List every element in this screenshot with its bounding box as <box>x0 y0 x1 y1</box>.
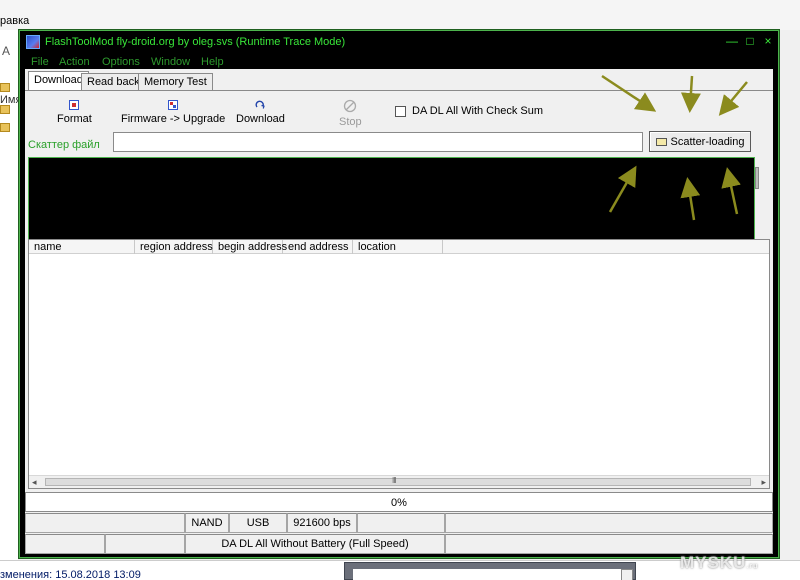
column-header-name[interactable]: name <box>29 240 135 254</box>
status-cell-empty <box>105 534 185 554</box>
stop-label: Stop <box>339 116 362 128</box>
watermark: MYSKU.ru <box>680 553 758 573</box>
download-arrow-icon <box>256 100 266 109</box>
background-menubar: равка <box>0 0 800 30</box>
folder-icon[interactable] <box>0 123 10 132</box>
download-label: Download <box>236 113 285 125</box>
main-panel: Download Read back Memory Test Format Fi… <box>25 69 773 554</box>
progress-text: 0% <box>391 497 407 509</box>
tab-memory-test[interactable]: Memory Test <box>138 73 213 91</box>
watermark-text: MYSKU <box>680 553 747 572</box>
scrollbar-grip: III <box>392 476 397 485</box>
table-header: name region address begin address end ad… <box>29 240 769 254</box>
tab-label: Read back <box>87 76 140 88</box>
folder-icon[interactable] <box>0 105 10 114</box>
app-icon <box>26 35 40 49</box>
flashtool-window: FlashToolMod fly-droid.org by oleg.svs (… <box>19 30 779 558</box>
status-bar-bottom: DA DL All Without Battery (Full Speed) <box>25 534 773 554</box>
log-area <box>28 157 755 243</box>
firmware-upgrade-label: Firmware -> Upgrade <box>121 113 226 125</box>
scatter-loading-label: Scatter-loading <box>670 135 745 148</box>
format-icon <box>69 100 80 110</box>
status-flash-type: NAND <box>185 513 229 533</box>
status-connection: USB <box>229 513 287 533</box>
tab-divider <box>25 90 773 91</box>
folder-open-icon <box>655 137 667 146</box>
background-modified-date: зменения: 15.08.2018 13:09 <box>0 569 141 580</box>
horizontal-scrollbar[interactable]: ◂ III ▸ <box>29 475 769 488</box>
tab-label: Memory Test <box>144 76 207 88</box>
status-cell-empty <box>25 513 185 533</box>
maximize-button[interactable]: □ <box>743 34 757 48</box>
status-bar-top: NAND USB 921600 bps <box>25 513 773 533</box>
status-cell-empty <box>25 534 105 554</box>
status-baud-rate: 921600 bps <box>287 513 357 533</box>
menu-action[interactable]: Action <box>59 56 90 68</box>
window-title: FlashToolMod fly-droid.org by oleg.svs (… <box>45 36 346 48</box>
status-cell-empty <box>357 513 445 533</box>
minimize-button[interactable]: — <box>725 34 739 48</box>
tab-download[interactable]: Download <box>28 71 89 91</box>
column-header-region-address[interactable]: region address <box>135 240 213 254</box>
upgrade-icon <box>168 100 179 110</box>
column-header-end-address[interactable]: end address <box>283 240 353 254</box>
checksum-label: DA DL All With Check Sum <box>412 105 544 117</box>
background-popup-field <box>353 569 621 580</box>
watermark-suffix: .ru <box>746 563 759 570</box>
scatter-file-label: Скаттер файл <box>28 139 100 151</box>
scatter-file-input[interactable] <box>113 132 643 152</box>
format-label: Format <box>57 113 92 125</box>
status-cell-empty <box>445 534 773 554</box>
side-scrollbar[interactable] <box>755 167 759 189</box>
title-bar[interactable]: FlashToolMod fly-droid.org by oleg.svs (… <box>20 31 778 53</box>
scatter-loading-button[interactable]: Scatter-loading <box>649 131 751 152</box>
format-button[interactable]: Format <box>57 100 92 125</box>
background-popup-window <box>344 562 636 580</box>
scroll-left-icon[interactable]: ◂ <box>32 477 37 488</box>
background-left-pane: А Имя <box>0 30 21 560</box>
close-button[interactable]: × <box>761 34 775 48</box>
tab-label: Download <box>34 74 83 86</box>
menu-options[interactable]: Options <box>102 56 140 68</box>
column-header-location[interactable]: location <box>353 240 443 254</box>
column-header-begin-address[interactable]: begin address <box>213 240 287 254</box>
checksum-checkbox[interactable] <box>395 105 406 117</box>
partition-table: name region address begin address end ad… <box>28 239 770 489</box>
menu-file[interactable]: File <box>31 56 49 68</box>
firmware-upgrade-button[interactable]: Firmware -> Upgrade <box>121 100 225 125</box>
menu-window[interactable]: Window <box>151 56 190 68</box>
progress-bar: 0% <box>25 492 773 512</box>
background-popup-button[interactable] <box>621 569 633 580</box>
menu-help[interactable]: Help <box>201 56 224 68</box>
download-button[interactable]: Download <box>236 100 285 125</box>
stop-button[interactable]: Stop <box>339 99 362 128</box>
scrollbar-thumb[interactable]: III <box>45 476 751 486</box>
menu-bar: File Action Options Window Help <box>20 55 778 69</box>
checksum-option[interactable]: DA DL All With Check Sum <box>395 105 543 117</box>
tab-read-back[interactable]: Read back <box>81 73 146 91</box>
folder-icon[interactable] <box>0 83 10 92</box>
status-cell-empty <box>445 513 773 533</box>
status-mode: DA DL All Without Battery (Full Speed) <box>185 534 445 554</box>
background-menu-item[interactable]: равка <box>0 15 29 27</box>
stop-icon <box>344 99 357 113</box>
scroll-right-icon[interactable]: ▸ <box>761 477 766 488</box>
background-address-letter: А <box>2 44 11 58</box>
